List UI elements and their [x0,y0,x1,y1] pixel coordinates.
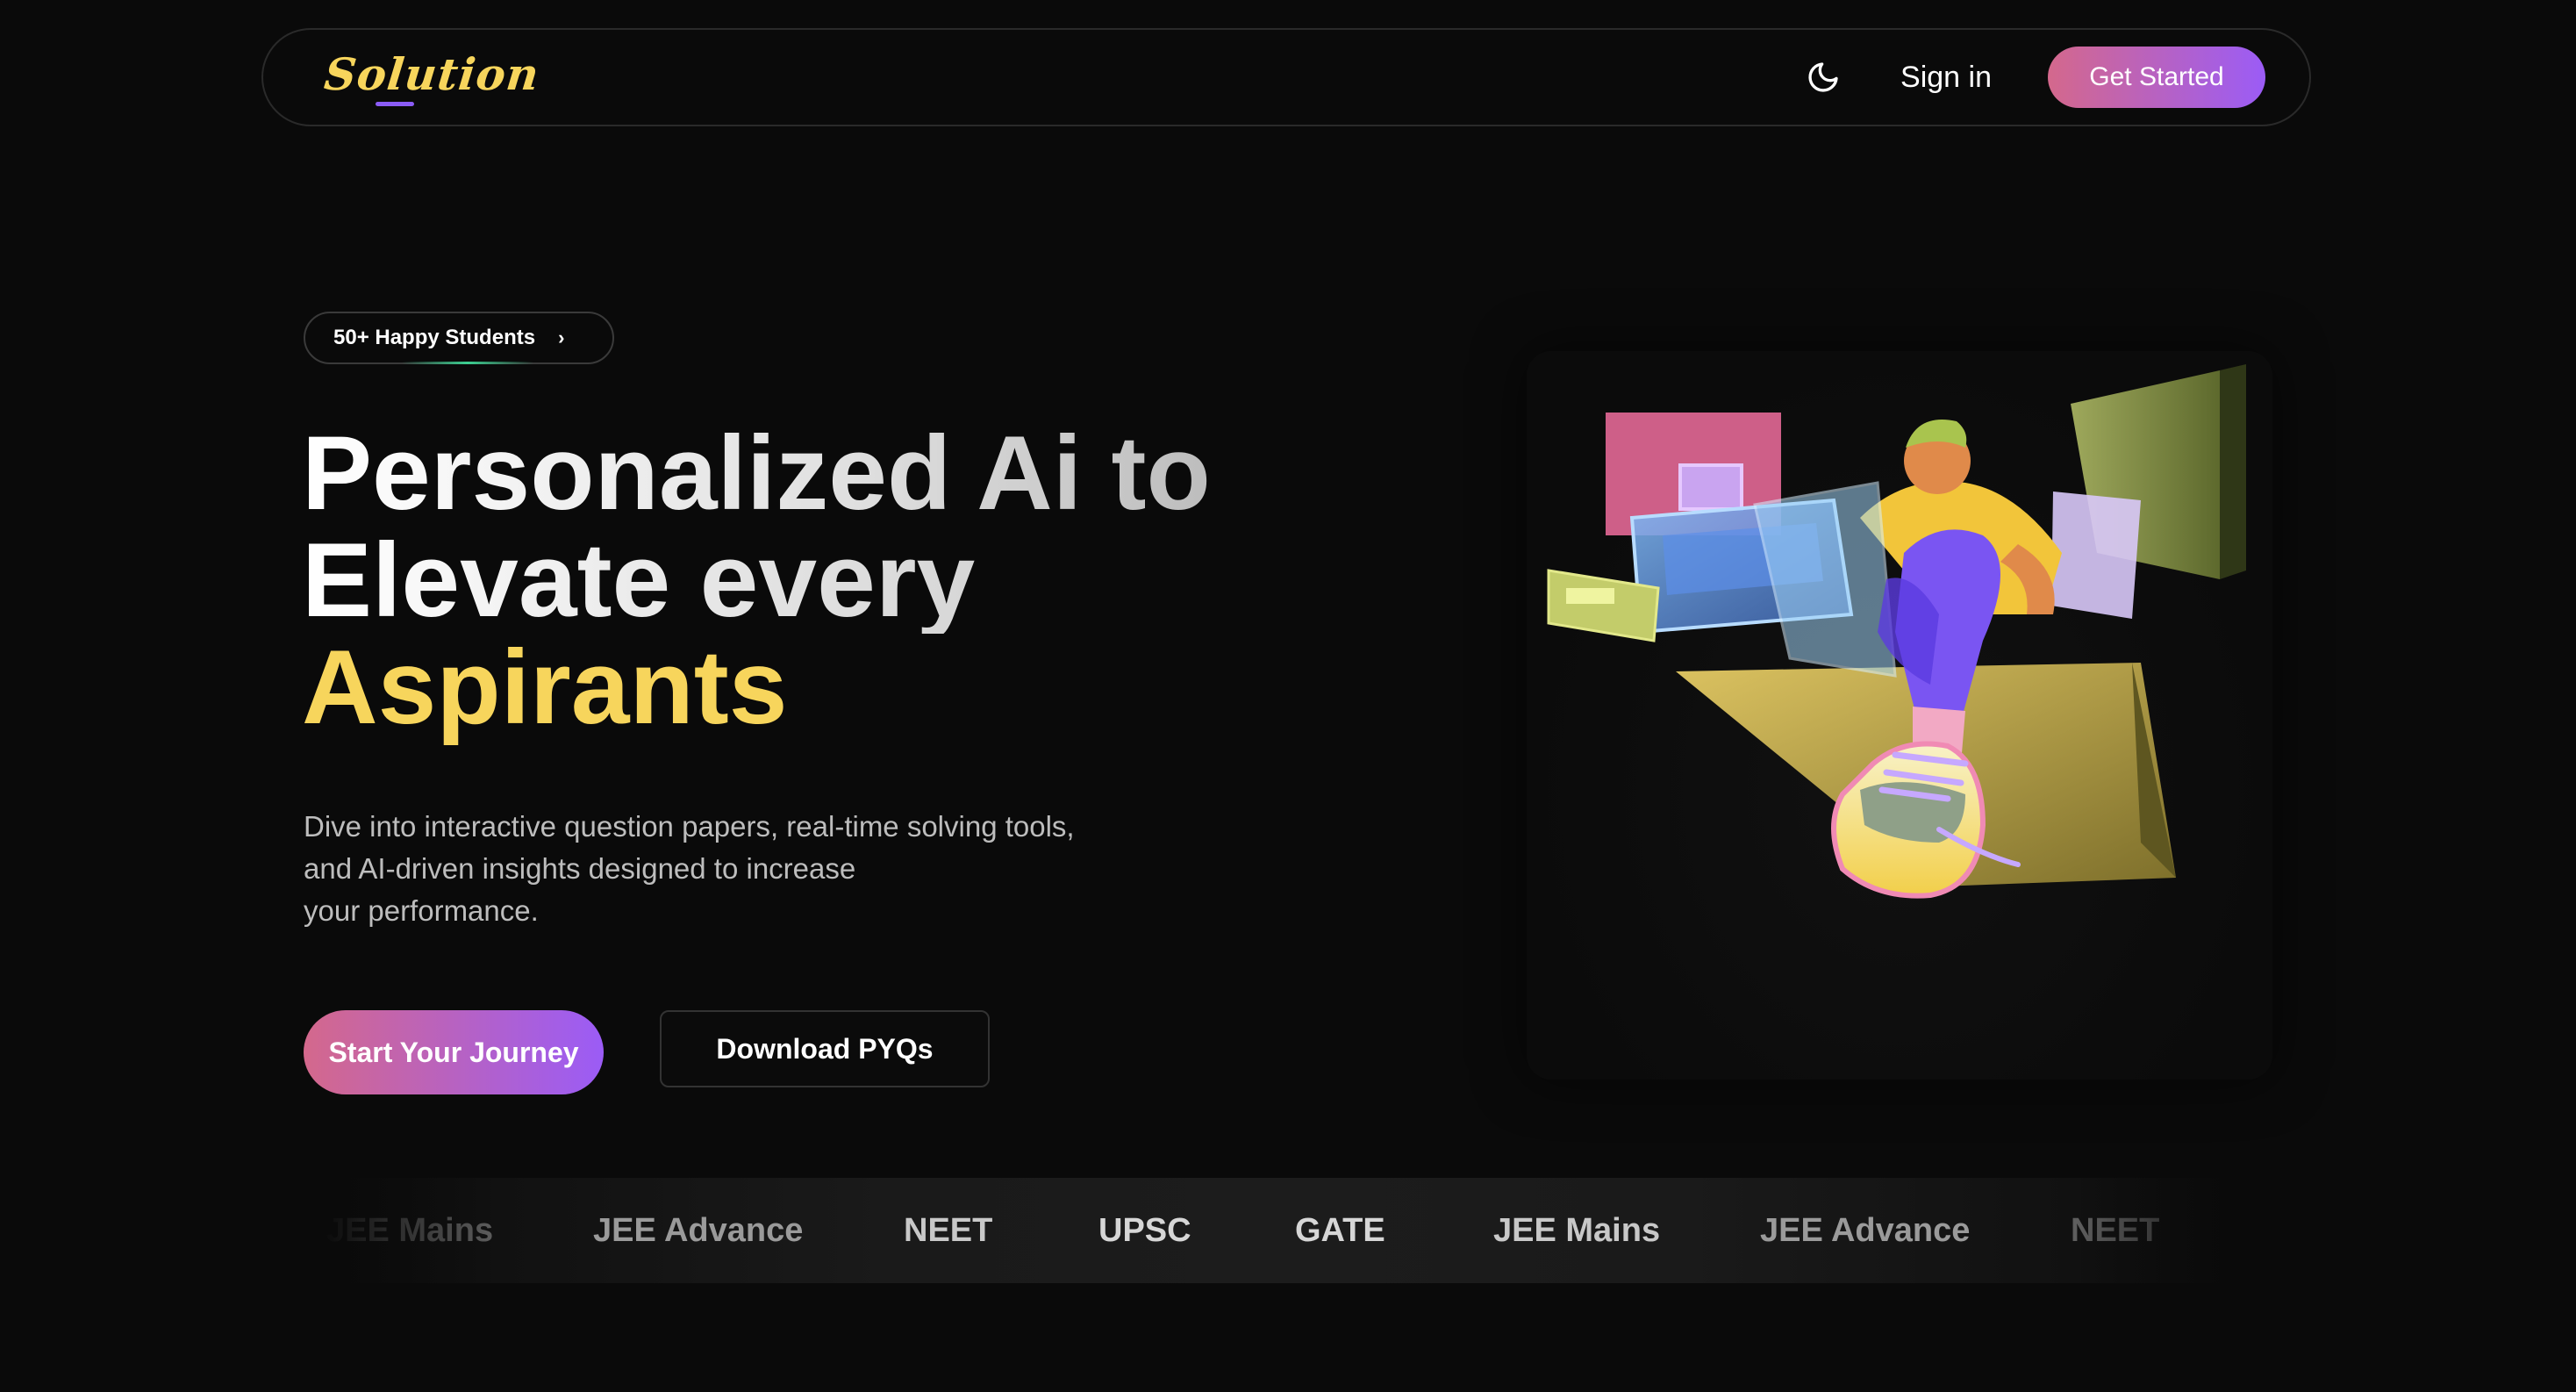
hero-description: Dive into interactive question papers, r… [304,806,1146,932]
exam-marquee: JEE Mains JEE Advance NEET UPSC GATE JEE… [304,1178,2269,1283]
navbar: Solution Sign in Get Started [261,28,2311,126]
exam-item[interactable]: NEET [2071,1178,2159,1283]
exam-item[interactable]: JEE Mains [326,1178,493,1283]
logo[interactable]: Solution [321,48,542,106]
nav-actions: Sign in Get Started [1795,47,2265,108]
exam-item[interactable]: NEET [904,1178,992,1283]
exam-item[interactable]: JEE Mains [1493,1178,1660,1283]
headline-line-3: Aspirants [302,628,788,746]
badge-glow-line [402,362,533,364]
logo-underline [376,102,414,106]
headline-line-1: Personalized Ai to [302,414,1211,532]
headline-line-2: Elevate every [302,527,1211,634]
logo-text: Solution [321,48,542,100]
start-journey-button[interactable]: Start Your Journey [304,1010,604,1094]
exam-item[interactable]: GATE [1295,1178,1385,1283]
chevron-right-icon: › [558,326,565,348]
description-line-3: your performance. [304,894,539,927]
landing-page: Solution Sign in Get Started 50+ Happy S… [0,0,2576,1392]
sign-in-link[interactable]: Sign in [1900,61,1992,95]
get-started-button[interactable]: Get Started [2048,47,2265,108]
happy-students-badge[interactable]: 50+ Happy Students › [304,312,614,364]
download-pyqs-button[interactable]: Download PYQs [660,1010,990,1087]
theme-toggle-button[interactable] [1795,49,1851,105]
description-line-2: and AI-driven insights designed to incre… [304,852,856,885]
badge-label: 50+ Happy Students [333,326,536,349]
hero-headline: Personalized Ai to Elevate every Aspiran… [302,420,1211,741]
exam-item[interactable]: JEE Advance [593,1178,803,1283]
description-line-1: Dive into interactive question papers, r… [304,810,1075,843]
moon-icon [1808,62,1838,92]
person-at-screens-illustration [1547,364,2246,899]
exam-item[interactable]: JEE Advance [1760,1178,1970,1283]
hero-illustration [1527,351,2272,1080]
exam-item[interactable]: UPSC [1098,1178,1191,1283]
